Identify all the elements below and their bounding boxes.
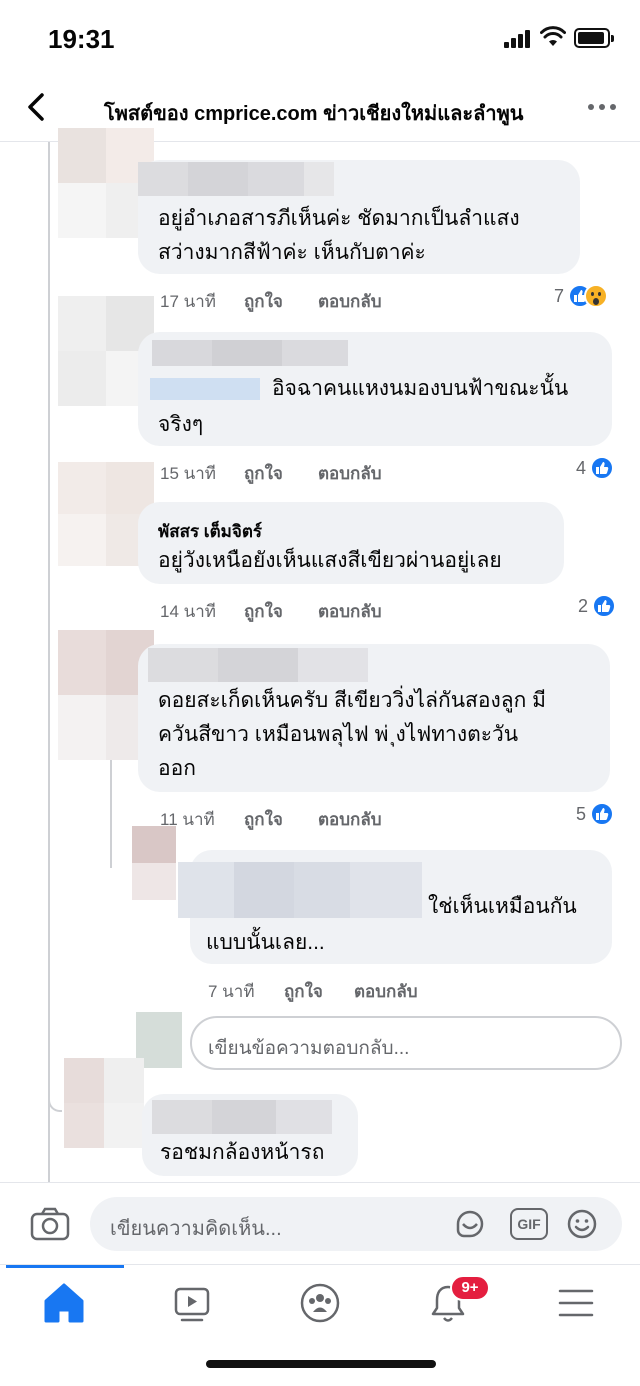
reaction-summary[interactable]: 7 — [554, 284, 609, 308]
comment-meta: 15 นาที ถูกใจ ตอบกลับ — [160, 460, 382, 487]
reply-text: ใช่เห็นเหมือนกัน — [428, 895, 577, 918]
reaction-summary[interactable]: 2 — [578, 594, 617, 618]
reply-meta: 7 นาที ถูกใจ ตอบกลับ — [208, 978, 418, 1005]
commenter-name-redacted[interactable] — [138, 162, 334, 196]
reply-button[interactable]: ตอบกลับ — [354, 978, 418, 1005]
comment-bubble: ดอยสะเก็ดเห็นครับ สีเขียววิ่งไล่กันสองลู… — [138, 644, 610, 792]
comment-text: อิจฉาคนแหงนมองบนฟ้าขณะนั้น — [272, 377, 569, 400]
camera-icon[interactable] — [30, 1207, 70, 1241]
home-indicator — [206, 1360, 436, 1368]
avatar[interactable] — [64, 1058, 144, 1148]
like-icon — [590, 802, 615, 826]
reply-text: แบบนั้นเลย... — [206, 931, 325, 954]
thread-connector — [48, 1092, 62, 1112]
reply-button[interactable]: ตอบกลับ — [318, 288, 382, 315]
comment-bubble: พัสสร เต็มจิตร์ อยู่วังเหนือยังเห็นแสงสี… — [138, 502, 564, 584]
comment-time: 17 นาที — [160, 292, 217, 311]
thread-line — [48, 142, 50, 1182]
comment-text: สว่างมากสีฟ้าค่ะ เห็นกับตาค่ะ — [158, 241, 426, 264]
comment-text: อยู่อำเภอสารภีเห็นค่ะ ชัดมากเป็นลำแสง — [158, 207, 520, 230]
reply-bubble: ใช่เห็นเหมือนกัน แบบนั้นเลย... — [178, 850, 612, 964]
post-title: โพสต์ของ cmprice.com ข่าวเชียงใหม่และลำพ… — [104, 103, 524, 125]
like-icon — [592, 594, 617, 618]
comment-composer: เขียนความคิดเห็น... GIF — [0, 1182, 640, 1264]
notification-count-badge: 9+ — [450, 1275, 490, 1301]
commenter-name-redacted[interactable] — [152, 340, 348, 366]
like-button[interactable]: ถูกใจ — [244, 460, 283, 487]
home-icon[interactable] — [34, 1277, 94, 1329]
reply-button[interactable]: ตอบกลับ — [318, 598, 382, 625]
comment-text: ออก — [158, 757, 196, 780]
like-button[interactable]: ถูกใจ — [244, 598, 283, 625]
like-icon — [590, 456, 615, 480]
comment-bubble: อยู่อำเภอสารภีเห็นค่ะ ชัดมากเป็นลำแสง สว… — [138, 160, 580, 274]
reaction-summary[interactable]: 5 — [576, 802, 615, 826]
comment-input[interactable]: เขียนความคิดเห็น... GIF — [90, 1197, 622, 1251]
reply-thread-line — [110, 760, 112, 868]
commenter-name-redacted[interactable] — [148, 648, 368, 682]
comment-text: รอชมกล้องหน้ารถ — [160, 1141, 325, 1164]
active-tab-indicator — [6, 1265, 124, 1268]
battery-icon — [574, 28, 614, 48]
cellular-signal-icon — [504, 30, 530, 48]
like-button[interactable]: ถูกใจ — [244, 288, 283, 315]
commenter-name-redacted[interactable] — [178, 862, 422, 918]
wifi-icon — [540, 26, 566, 46]
comment-input-placeholder: เขียนความคิดเห็น... — [110, 1218, 282, 1240]
reply-button[interactable]: ตอบกลับ — [318, 460, 382, 487]
like-button[interactable]: ถูกใจ — [284, 978, 323, 1005]
back-arrow-icon[interactable] — [20, 90, 54, 124]
menu-icon[interactable] — [546, 1277, 606, 1329]
emoji-icon[interactable] — [566, 1208, 598, 1240]
commenter-name-redacted[interactable] — [152, 1100, 332, 1134]
status-bar: 19:31 — [0, 0, 640, 76]
reply-input-placeholder: เขียนข้อความตอบกลับ... — [208, 1038, 410, 1059]
comment-bubble: อิจฉาคนแหงนมองบนฟ้าขณะนั้น จริงๆ — [138, 332, 612, 446]
reply-button[interactable]: ตอบกลับ — [318, 806, 382, 833]
comment-bubble: รอชมกล้องหน้ารถ — [142, 1094, 358, 1176]
reply-time: 7 นาที — [208, 982, 255, 1001]
comment-text: ดอยสะเก็ดเห็นครับ สีเขียววิ่งไล่กันสองลู… — [158, 689, 546, 712]
reply-input[interactable]: เขียนข้อความตอบกลับ... — [190, 1016, 622, 1070]
avatar[interactable] — [132, 826, 176, 900]
watch-icon[interactable] — [162, 1277, 222, 1329]
more-options-icon[interactable] — [588, 104, 618, 112]
commenter-name[interactable]: พัสสร เต็มจิตร์ — [158, 518, 262, 545]
gif-icon[interactable]: GIF — [510, 1208, 548, 1240]
comment-text: จริงๆ — [158, 413, 204, 436]
groups-icon[interactable] — [290, 1277, 350, 1329]
comment-meta: 17 นาที ถูกใจ ตอบกลับ — [160, 288, 382, 315]
wow-icon — [584, 284, 609, 308]
comment-time: 15 นาที — [160, 464, 217, 483]
reaction-summary[interactable]: 4 — [576, 456, 615, 480]
status-time: 19:31 — [48, 24, 115, 54]
comment-text: ควันสีขาว เหมือนพลุไฟ พ่ ุงไฟทางตะวัน — [158, 723, 519, 746]
comment-meta: 14 นาที ถูกใจ ตอบกลับ — [160, 598, 382, 625]
mention-redacted[interactable] — [150, 378, 260, 400]
like-button[interactable]: ถูกใจ — [244, 806, 283, 833]
sticker-icon[interactable] — [454, 1208, 486, 1240]
comment-text: อยู่วังเหนือยังเห็นแสงสีเขียวผ่านอยู่เลย — [158, 549, 502, 572]
comment-time: 14 นาที — [160, 602, 217, 621]
